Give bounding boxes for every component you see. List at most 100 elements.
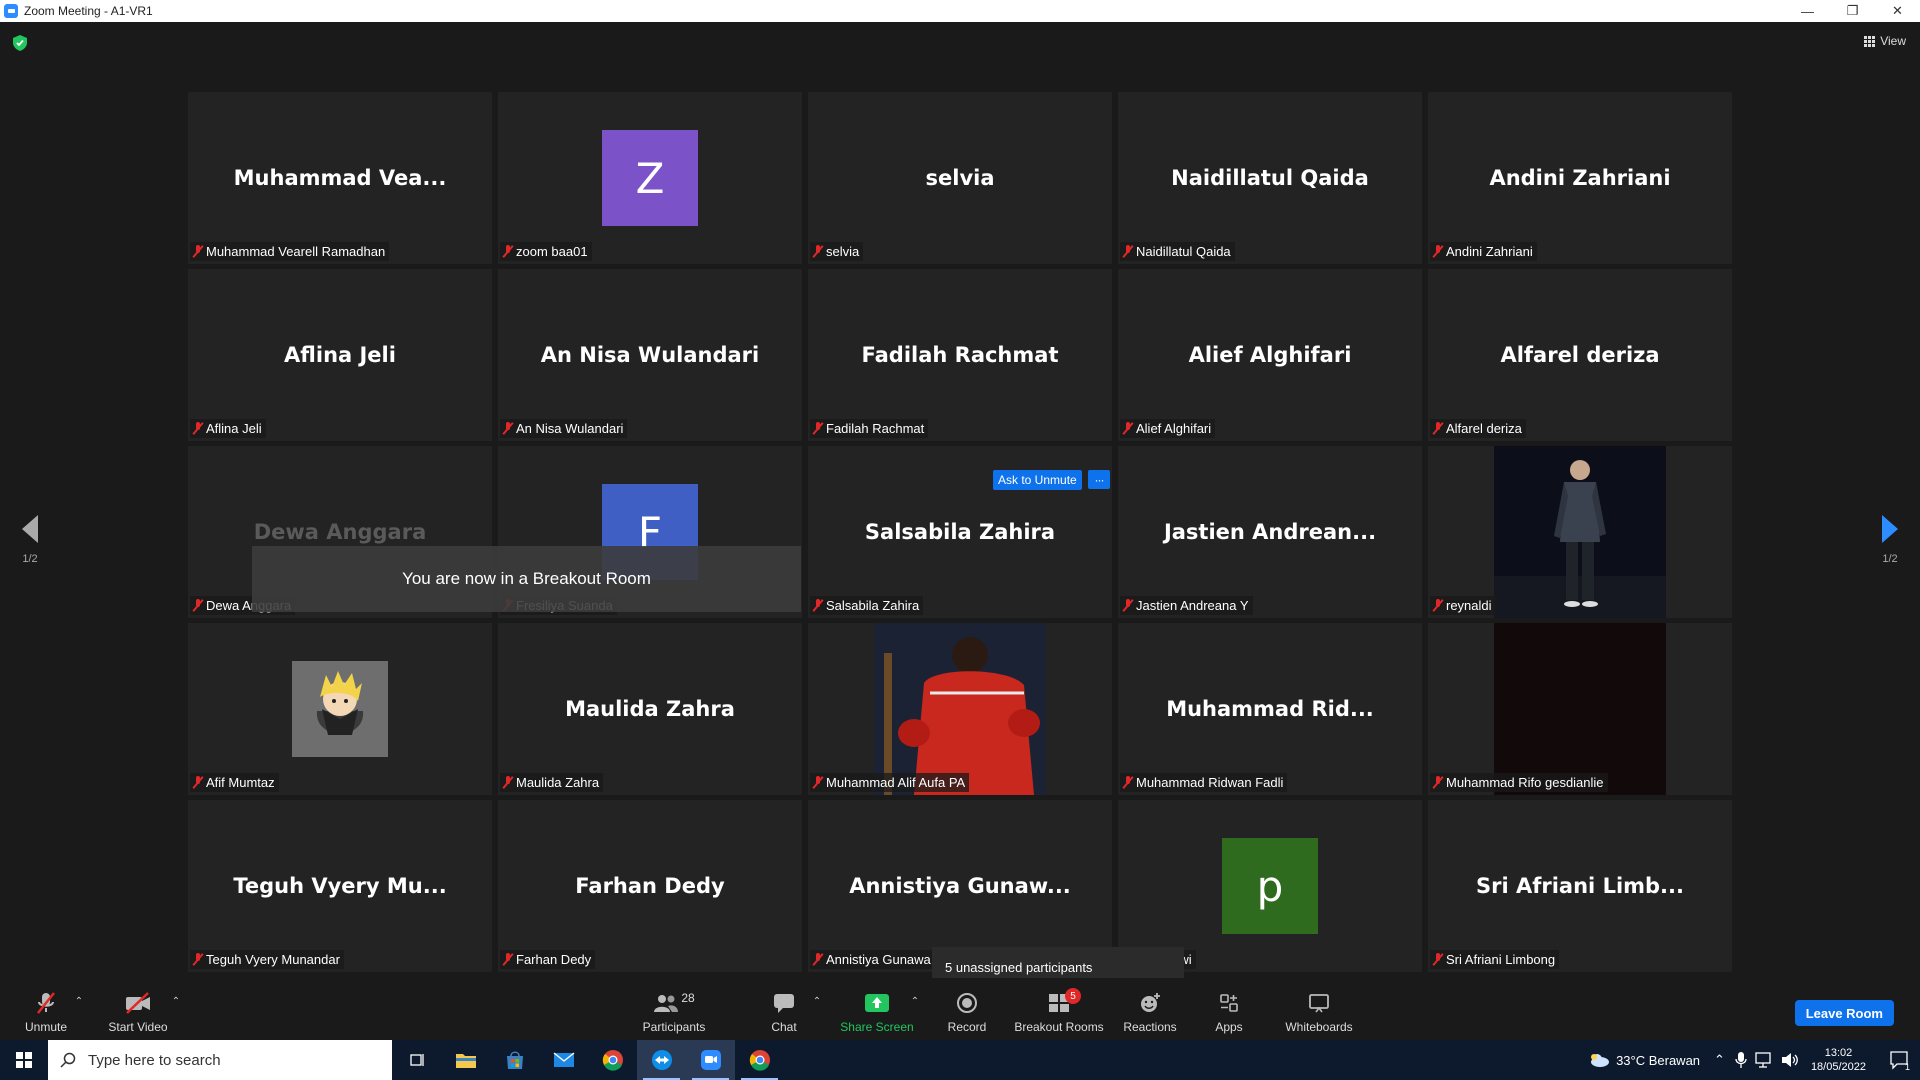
participant-tile[interactable]: Teguh Vyery Mu... Teguh Vyery Munandar [188,800,492,972]
breakout-rooms-label: Breakout Rooms [1014,1020,1104,1034]
mail-taskbar-app[interactable] [539,1040,588,1080]
store-taskbar-app[interactable] [490,1040,539,1080]
tray-chevron-up-icon[interactable]: ⌃ [1714,1052,1725,1068]
participant-tile[interactable]: Alfarel deriza Alfarel deriza [1428,269,1732,441]
participant-name: Salsabila Zahira [826,598,920,613]
participant-tile[interactable]: Alief Alghifari Alief Alghifari [1118,269,1422,441]
apps-button[interactable]: Apps [1213,978,1245,1040]
participant-tile[interactable]: Maulida Zahra Maulida Zahra [498,623,802,795]
close-button[interactable]: ✕ [1875,0,1920,22]
volume-icon[interactable] [1781,1052,1799,1068]
start-button[interactable] [0,1040,48,1080]
participant-tile[interactable]: Aflina Jeli Aflina Jeli [188,269,492,441]
participant-name-label: reynaldi [1430,596,1496,615]
participant-name-label: Maulida Zahra [500,773,604,792]
participant-tile[interactable]: selvia selvia [808,92,1112,264]
participant-display-name: Jastien Andrean... [1163,520,1377,544]
participant-name: selvia [826,244,860,259]
unmute-button[interactable]: Unmute [22,978,70,1040]
participant-tile[interactable]: Muhammad Vea... Muhammad Vearell Ramadhan [188,92,492,264]
record-button[interactable]: Record [945,978,989,1040]
reactions-label: Reactions [1123,1020,1177,1034]
participant-name: Teguh Vyery Munandar [206,952,340,967]
share-screen-button[interactable]: Share Screen [840,978,914,1040]
notification-count: 1 [1904,1062,1910,1072]
task-view-button[interactable] [392,1040,441,1080]
taskbar-search-placeholder: Type here to search [88,1051,221,1069]
grid-view-icon [1864,35,1876,47]
breakout-rooms-badge: 5 [1065,988,1081,1004]
participant-tile[interactable]: Jastien Andrean... Jastien Andreana Y [1118,446,1422,618]
leave-room-button[interactable]: Leave Room [1794,1000,1894,1026]
file-explorer-taskbar-app[interactable] [441,1040,490,1080]
mic-muted-icon [1433,953,1443,966]
tile-more-button[interactable]: ··· [1088,470,1110,489]
unmute-label: Unmute [24,1020,68,1034]
participant-name: Andini Zahriani [1446,244,1533,259]
prev-page-button[interactable]: 1/2 [10,515,50,565]
chat-options-caret[interactable]: ⌃ [811,978,823,1040]
video-options-caret[interactable]: ⌃ [170,978,182,1040]
participant-name-label: Afif Mumtaz [190,773,279,792]
mic-muted-icon [1433,245,1443,258]
participant-tile[interactable]: An Nisa Wulandari An Nisa Wulandari [498,269,802,441]
minimize-button[interactable]: — [1785,0,1830,22]
zoom-taskbar-app[interactable] [686,1040,735,1080]
whiteboard-icon [1305,991,1333,1015]
restore-button[interactable]: ❐ [1830,0,1875,22]
participant-tile[interactable]: Sri Afriani Limb... Sri Afriani Limbong [1428,800,1732,972]
participant-tile[interactable]: Zzoom baa01 [498,92,802,264]
chrome-taskbar-app[interactable] [588,1040,637,1080]
apps-label: Apps [1215,1020,1243,1034]
participant-display-name: Naidillatul Qaida [1171,166,1369,190]
participant-display-name: An Nisa Wulandari [540,343,760,367]
record-icon [953,991,981,1015]
participant-tile[interactable]: Naidillatul Qaida Naidillatul Qaida [1118,92,1422,264]
participant-name-label: Sri Afriani Limbong [1430,950,1560,969]
caret-up-icon: ⌃ [171,996,181,1007]
clock-date: 18/05/2022 [1810,1061,1866,1073]
avatar-letter: p [1222,838,1318,934]
microphone-icon[interactable] [1735,1052,1747,1068]
participant-tile[interactable]: Muhammad Rifo gesdianlie [1428,623,1732,795]
record-label: Record [947,1020,987,1034]
breakout-rooms-button[interactable]: 5 Breakout Rooms [1013,978,1105,1040]
weather-cloud-icon [1591,1054,1610,1067]
participant-tile[interactable]: reynaldi [1428,446,1732,618]
system-tray: 33°C Berawan ⌃ 13:02 18/05/2022 1 [1588,1040,1920,1080]
participant-tile[interactable]: Muhammad Alif Aufa PA [808,623,1112,795]
participant-tile[interactable]: Afif Mumtaz [188,623,492,795]
participant-tile[interactable]: Muhammad Rid... Muhammad Ridwan Fadli [1118,623,1422,795]
teamviewer-taskbar-app[interactable] [637,1040,686,1080]
participant-display-name: Maulida Zahra [565,697,735,721]
participant-name: Muhammad Rifo gesdianlie [1446,775,1604,790]
participant-name: Afif Mumtaz [206,775,275,790]
notification-center-button[interactable]: 1 [1880,1040,1920,1080]
share-options-caret[interactable]: ⌃ [909,978,921,1040]
security-shield-icon[interactable] [13,35,27,51]
weather-text[interactable]: 33°C Berawan [1616,1053,1700,1068]
next-page-button[interactable]: 1/2 [1870,515,1910,565]
start-video-button[interactable]: Start Video [106,978,170,1040]
participant-video [1494,446,1666,618]
chat-label: Chat [771,1020,797,1034]
participant-tile[interactable]: Fadilah Rachmat Fadilah Rachmat [808,269,1112,441]
mic-muted-icon [193,245,203,258]
ask-to-unmute-button[interactable]: Ask to Unmute [993,470,1082,490]
taskbar-search-box[interactable]: Type here to search [48,1040,392,1080]
view-button[interactable]: View [1864,34,1906,48]
mic-muted-icon [32,991,60,1015]
chrome-profile-taskbar-app[interactable] [735,1040,784,1080]
participant-name-label: Alief Alghifari [1120,419,1216,438]
page-indicator-left: 1/2 [22,553,38,565]
whiteboards-button[interactable]: Whiteboards [1283,978,1355,1040]
audio-options-caret[interactable]: ⌃ [73,978,85,1040]
participant-tile[interactable]: Farhan Dedy Farhan Dedy [498,800,802,972]
taskbar-clock[interactable]: 13:02 18/05/2022 [1811,1046,1866,1074]
participants-button[interactable]: 28 Participants [640,978,708,1040]
participant-name-label: Jastien Andreana Y [1120,596,1253,615]
chat-button[interactable]: Chat [766,978,802,1040]
network-icon[interactable] [1755,1052,1773,1068]
participant-tile[interactable]: Andini Zahriani Andini Zahriani [1428,92,1732,264]
reactions-button[interactable]: Reactions [1122,978,1178,1040]
